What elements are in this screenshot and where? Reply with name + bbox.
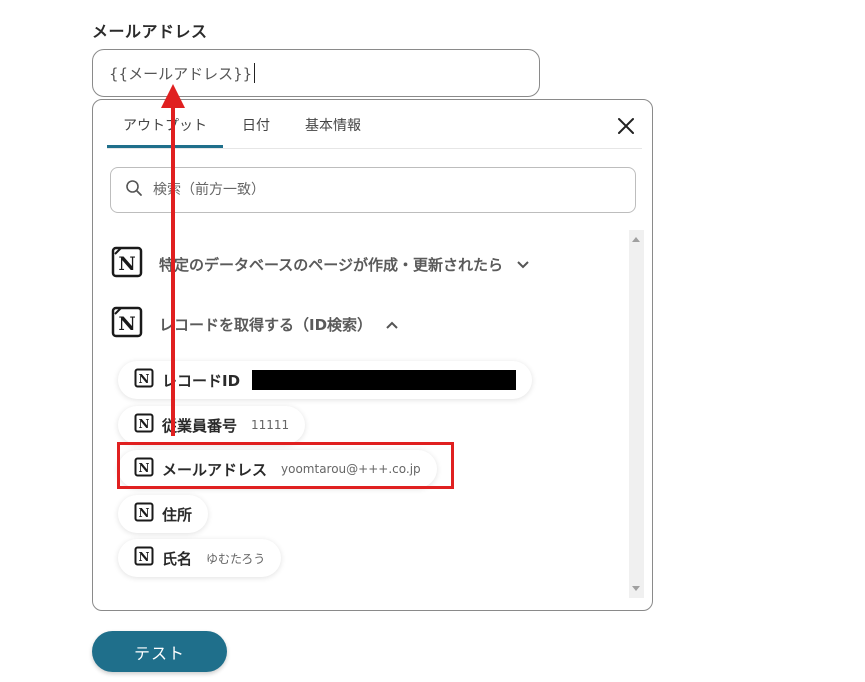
item-label: 住所 [162,505,193,524]
output-item-record-id[interactable]: N レコードID [118,361,533,399]
output-item-employee-number[interactable]: N 従業員番号 11111 [118,406,306,444]
notion-icon: N [111,246,143,282]
svg-text:N: N [139,417,150,431]
notion-icon: N [134,368,154,392]
group-page-created-updated[interactable]: N 特定のデータベースのページが作成・更新されたら [111,246,529,282]
item-label: メールアドレス [162,460,268,479]
close-icon[interactable] [614,114,638,138]
notion-icon: N [134,546,154,570]
item-label: レコードID [162,371,241,390]
field-label: メールアドレス [92,22,208,41]
item-label: 氏名 [162,549,193,568]
test-button[interactable]: テスト [92,631,227,672]
svg-text:N: N [139,506,150,520]
item-label: 従業員番号 [162,416,238,435]
scroll-up-arrow[interactable] [632,237,640,242]
output-item-email[interactable]: N メールアドレス yoomtarou@+++.co.jp [118,450,437,488]
svg-text:N: N [139,372,150,386]
scroll-down-arrow[interactable] [632,586,640,591]
text-caret [254,63,256,83]
scrollbar[interactable] [629,230,644,598]
notion-icon: N [134,457,154,481]
chevron-down-icon[interactable] [517,255,529,273]
svg-text:N: N [118,253,135,275]
output-item-name[interactable]: N 氏名 ゆむたろう [118,539,282,577]
notion-icon: N [111,306,143,342]
chevron-up-icon[interactable] [386,315,398,333]
email-field[interactable]: {{メールアドレス}} [92,49,540,97]
search-box[interactable] [110,167,636,213]
svg-text:N: N [139,461,150,475]
search-input[interactable] [151,181,595,199]
group-label: 特定のデータベースのページが作成・更新されたら [159,255,503,274]
notion-icon: N [134,502,154,526]
group-get-record-by-id[interactable]: N レコードを取得する（ID検索） [111,306,398,342]
output-item-address[interactable]: N 住所 [118,495,209,533]
tab-basic-info[interactable]: 基本情報 [305,100,361,147]
tab-bar: アウトプット 日付 基本情報 [107,100,642,149]
item-value: ゆむたろう [206,551,266,566]
svg-text:N: N [118,313,135,335]
svg-text:N: N [139,550,150,564]
notion-icon: N [134,413,154,437]
item-value: yoomtarou@+++.co.jp [281,462,421,476]
redacted-value [252,370,517,390]
search-icon [125,179,143,201]
item-value: 11111 [251,418,290,432]
tab-date[interactable]: 日付 [242,100,270,147]
tab-output[interactable]: アウトプット [107,100,223,148]
group-label: レコードを取得する（ID検索） [159,315,373,334]
email-field-value: {{メールアドレス}} [109,64,253,83]
output-picker-panel: アウトプット 日付 基本情報 N 特定のデータベースのページが作成・更新されたら… [92,99,653,611]
